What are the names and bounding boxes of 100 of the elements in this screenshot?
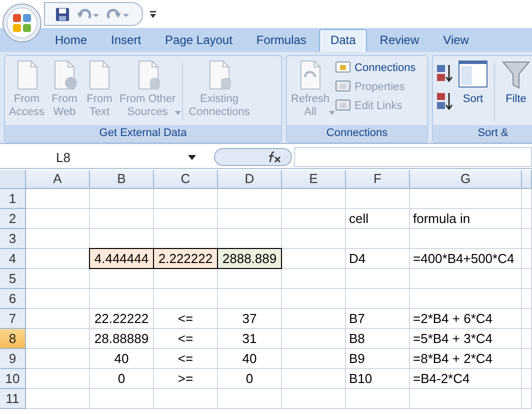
row-header[interactable]: 1 [0,189,26,209]
empty-cell [90,389,154,409]
empty-cell [282,389,346,409]
row-header[interactable]: 8 [0,329,26,349]
empty-cell [282,189,346,209]
column-header[interactable]: E [282,170,346,189]
table-cell: 40 [90,349,154,369]
group-label: Get External Data [5,125,281,142]
customize-toolbar-icon[interactable] [149,10,157,18]
ribbon-tab[interactable]: Formulas [245,29,318,52]
table-cell: 31 [218,329,282,349]
table-cell: B7 [346,309,410,329]
empty-cell [346,389,410,409]
empty-cell [522,209,532,229]
table-cell: 0 [90,369,154,389]
ribbon-tab[interactable]: View [432,29,480,52]
empty-cell [282,289,346,309]
table-cell: =2*B4 + 6*C4 [410,309,522,329]
empty-cell [154,289,218,309]
ribbon-button[interactable]: Sort [456,59,490,106]
column-header[interactable]: B [90,170,154,189]
table-cell: 4.444444 [89,248,154,269]
table-cell: =B4-2*C4 [410,369,522,389]
table-cell: D4 [346,249,410,269]
row-header[interactable]: 11 [0,389,26,409]
ribbon-tab[interactable]: Data [319,29,367,52]
empty-cell [218,189,282,209]
empty-cell [282,309,346,329]
table-cell: <= [154,349,218,369]
empty-cell [154,269,218,289]
row-header[interactable]: 2 [0,209,26,229]
properties-icon [334,80,351,94]
table-cell: cell [346,209,410,229]
empty-cell [282,369,346,389]
table-cell: 37 [218,309,282,329]
ribbon-tab[interactable]: Page Layout [154,29,244,52]
empty-cell [346,289,410,309]
empty-cell [522,309,532,329]
table-cell: B8 [346,329,410,349]
column-header[interactable]: C [154,170,218,189]
column-header[interactable]: G [410,170,522,189]
group-label: Connections [287,125,427,142]
row-header[interactable]: 10 [0,369,26,389]
empty-cell [218,289,282,309]
ribbon-tab[interactable]: Insert [100,29,152,52]
empty-cell [346,269,410,289]
connections-icon [334,61,351,75]
empty-cell [522,289,532,309]
empty-cell [522,329,532,349]
table-cell: 2.222222 [153,248,218,269]
table-cell: >= [154,369,218,389]
sort-ascending-icon[interactable] [435,63,455,83]
empty-cell [522,389,532,409]
save-icon[interactable] [55,6,70,22]
ribbon-button[interactable]: Connections [332,60,418,76]
empty-cell [346,189,410,209]
table-cell: <= [154,309,218,329]
table-cell: =5*B4 + 3*C4 [410,329,522,349]
empty-cell [218,389,282,409]
empty-cell [346,229,410,249]
group-label: Sort & [433,125,532,142]
sort-descending-icon[interactable] [435,91,455,111]
column-header[interactable]: A [26,170,90,189]
row-header[interactable]: 4 [0,249,26,269]
ribbon-tab[interactable]: Home [44,29,98,52]
empty-cell [282,269,346,289]
empty-cell [282,329,346,349]
ribbon-tab[interactable]: Review [368,29,430,52]
empty-cell [522,349,532,369]
row-header[interactable]: 6 [0,289,26,309]
table-cell: B9 [346,349,410,369]
empty-cell [522,369,532,389]
ribbon-button[interactable]: Filte [499,59,532,106]
row-header[interactable]: 7 [0,309,26,329]
empty-cell [90,269,154,289]
table-cell: =8*B4 + 2*C4 [410,349,522,369]
row-header[interactable]: 5 [0,269,26,289]
table-cell: <= [154,329,218,349]
name-box[interactable]: L8 [0,148,204,166]
column-header[interactable]: D [218,170,282,189]
row-header[interactable]: 9 [0,349,26,369]
empty-cell [522,269,532,289]
table-cell: 2888.889 [217,248,282,269]
fx-icon[interactable] [267,150,283,164]
empty-cell [522,249,532,269]
column-header[interactable]: F [346,170,410,189]
empty-cell [90,289,154,309]
table-cell: B10 [346,369,410,389]
empty-cell [154,189,218,209]
table-cell: 40 [218,349,282,369]
row-header[interactable]: 3 [0,229,26,249]
redo-icon[interactable] [106,6,130,22]
dropdown-caret-icon [188,154,196,160]
table-cell: 0 [218,369,282,389]
empty-cell [218,269,282,289]
empty-cell [282,209,346,229]
undo-icon[interactable] [76,6,100,22]
empty-cell [522,229,532,249]
funnel-icon [501,59,531,91]
formula-input[interactable] [294,147,532,167]
